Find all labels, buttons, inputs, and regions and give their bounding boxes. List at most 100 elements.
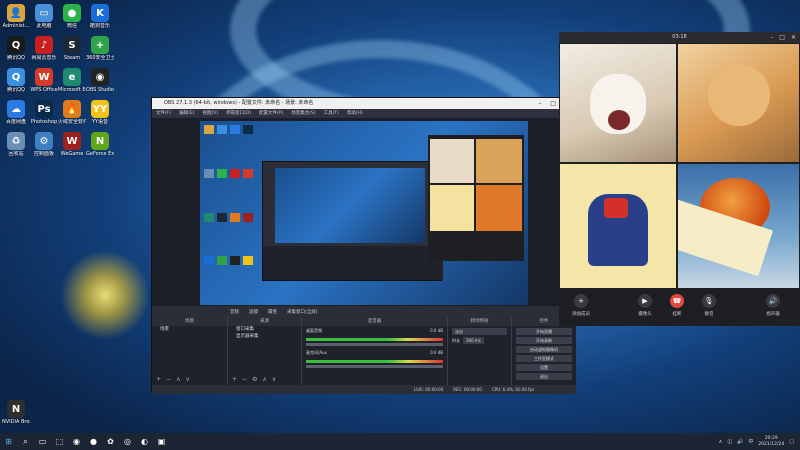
add-icon[interactable]: + [156, 376, 161, 383]
desktop-icon[interactable]: K 酷狗音乐 [86, 4, 114, 29]
move-down-icon[interactable]: ∨ [272, 376, 276, 383]
maximize-icon[interactable]: □ [779, 32, 785, 43]
menu-profile[interactable]: 配置文件(P) [259, 109, 283, 118]
taskbar-app[interactable]: ● [85, 433, 102, 450]
source-item[interactable]: 显示器采集 [228, 333, 301, 340]
source-properties-button[interactable]: 属性 [268, 308, 277, 317]
studio-mode-button[interactable]: 工作室模式 [516, 355, 572, 362]
video-call-window[interactable]: 03:18 – □ ✕ + 添加成员 ▶ 摄像头 ☎ 挂断 🎙 静音 🔊 扬声器 [559, 32, 800, 326]
menu-view[interactable]: 视图(V) [202, 109, 218, 118]
start-button[interactable]: ⊞ [0, 433, 17, 450]
menu-docks[interactable]: 停靠窗口(D) [226, 109, 251, 118]
obs-window-title: OBS 27.1.3 (64-bit, windows) - 配置文件: 未命名… [164, 100, 314, 106]
wallpaper-glow [60, 250, 150, 340]
add-icon[interactable]: + [232, 376, 237, 383]
desktop-icon[interactable]: Ps Photoshop [30, 100, 58, 125]
move-down-icon[interactable]: ∨ [185, 376, 189, 383]
mixer-dock: 混音器 桌面音频 0.0 dB 麦克风/Aux 0.0 dB [302, 317, 448, 385]
settings-button[interactable]: 设置 [516, 364, 572, 371]
desktop-icon[interactable]: W WeGame [58, 132, 86, 157]
desktop-icon[interactable]: YY YY语音 [86, 100, 114, 125]
ime-indicator[interactable]: 中 [748, 438, 753, 445]
taskbar: ⊞ ⌕ ▭ ⬚ ◉ ● ✿ ◎ ◐ ▣ ∧ ◫ 🔊 中 20:29 2021/12/24 ▢ [0, 433, 800, 450]
taskbar-app[interactable]: ⬚ [51, 433, 68, 450]
exit-button[interactable]: 退出 [516, 373, 572, 380]
obs-window[interactable]: OBS 27.1.3 (64-bit, windows) - 配置文件: 未命名… [151, 97, 576, 394]
minimize-icon[interactable]: – [770, 32, 773, 43]
volume-slider[interactable] [306, 365, 443, 368]
remove-icon[interactable]: − [166, 376, 171, 383]
desktop-icon[interactable]: W WPS Office [30, 68, 58, 93]
menu-tools[interactable]: 工具(T) [324, 109, 339, 118]
menu-edit[interactable]: 编辑(E) [179, 109, 194, 118]
virtual-camera-button[interactable]: 启动虚拟摄像机 [516, 346, 572, 353]
source-audio-button[interactable]: 音频 [230, 308, 239, 317]
menu-help[interactable]: 帮助(H) [347, 109, 363, 118]
camera-button[interactable]: ▶ 摄像头 [629, 294, 661, 317]
search-icon[interactable]: ⌕ [17, 433, 34, 450]
add-member-button[interactable]: + 添加成员 [565, 294, 597, 317]
sources-dock: 来源 窗口采集 显示器采集 + − ⚙ ∧ ∨ [228, 317, 302, 385]
call-titlebar[interactable]: 03:18 – □ ✕ [559, 32, 800, 43]
clock[interactable]: 20:29 2021/12/24 [758, 436, 784, 448]
desktop-icon[interactable]: ◉ OBS Studio [86, 68, 114, 93]
taskbar-app[interactable]: ▣ [153, 433, 170, 450]
desktop-icon[interactable]: +360安全卫士 [86, 36, 114, 61]
notification-icon[interactable]: ▢ [789, 439, 794, 445]
move-up-icon[interactable]: ∧ [262, 376, 266, 383]
obs-titlebar[interactable]: OBS 27.1.3 (64-bit, windows) - 配置文件: 未命名… [152, 98, 574, 109]
duration-input[interactable]: 300 ms [463, 337, 484, 344]
close-icon[interactable]: ✕ [791, 32, 796, 43]
mixer-header: 混音器 [302, 317, 447, 326]
volume-slider[interactable] [306, 343, 443, 346]
desktop-icon[interactable]: S Steam [58, 36, 86, 61]
taskbar-app[interactable]: ▭ [34, 433, 51, 450]
desktop-icon[interactable]: ♪ 网易云音乐 [30, 36, 58, 61]
speaker-button[interactable]: 🔊 扬声器 [757, 294, 789, 317]
video-tile-dog[interactable] [560, 44, 676, 162]
maximize-icon[interactable]: □ [550, 98, 556, 109]
taskbar-app[interactable]: ◐ [136, 433, 153, 450]
camera-label: 摄像头 [638, 312, 652, 317]
desktop-icon[interactable]: ⚙ 控制面板 [30, 132, 58, 157]
taskbar-app[interactable]: ◉ [68, 433, 85, 450]
source-item[interactable]: 窗口采集 [228, 326, 301, 333]
desktop-icon[interactable]: ● 微信 [58, 4, 86, 29]
obs-preview[interactable] [152, 118, 576, 306]
menu-file[interactable]: 文件(F) [156, 109, 171, 118]
video-tile-cartoon[interactable] [560, 164, 676, 288]
desktop-icon[interactable]: Q 腾讯QQ [2, 36, 30, 61]
video-tile-cat[interactable] [678, 44, 799, 162]
desktop-icon[interactable]: eMicrosoft Edge [58, 68, 86, 93]
app-icon: + [91, 36, 109, 54]
mute-button[interactable]: 🎙 静音 [693, 294, 725, 317]
minimize-icon[interactable]: – [538, 98, 541, 109]
gear-icon[interactable]: ⚙ [252, 376, 257, 383]
volume-icon[interactable]: 🔊 [737, 439, 743, 445]
app-icon: ♻ [7, 132, 25, 150]
desktop-icon[interactable]: ♻ 回收站 [2, 132, 30, 157]
desktop-icon[interactable]: NGeForce Experience [86, 132, 114, 157]
network-icon[interactable]: ◫ [727, 439, 732, 445]
desktop-icon[interactable]: 👤 Administ... [2, 4, 30, 29]
menu-scene-collection[interactable]: 场景集合(S) [291, 109, 315, 118]
taskbar-app[interactable]: ◎ [119, 433, 136, 450]
transition-select[interactable]: 淡出 [452, 328, 507, 335]
hangup-button[interactable]: ☎ 挂断 [661, 294, 693, 317]
desktop-icon[interactable]: Q 腾讯QQ [2, 68, 30, 93]
desktop-icon[interactable]: 🔥 火绒安全软件 [58, 100, 86, 125]
move-up-icon[interactable]: ∧ [176, 376, 180, 383]
source-filters-button[interactable]: 滤镜 [249, 308, 258, 317]
desktop-icon[interactable]: NNVIDIA Broadcast [2, 400, 30, 425]
chevron-up-icon[interactable]: ∧ [719, 439, 723, 445]
desktop-icon-label: 百度网盘 [5, 119, 26, 125]
start-streaming-button[interactable]: 开始直播 [516, 328, 572, 335]
start-recording-button[interactable]: 开始录制 [516, 337, 572, 344]
desktop-icon[interactable]: ☁ 百度网盘 [2, 100, 30, 125]
video-tile-pumpkin[interactable] [678, 164, 799, 288]
scene-item[interactable]: 场景 [152, 326, 227, 333]
taskbar-app[interactable]: ✿ [102, 433, 119, 450]
hangup-icon: ☎ [670, 294, 684, 308]
desktop-icon[interactable]: ▭ 此电脑 [30, 4, 58, 29]
remove-icon[interactable]: − [242, 376, 247, 383]
